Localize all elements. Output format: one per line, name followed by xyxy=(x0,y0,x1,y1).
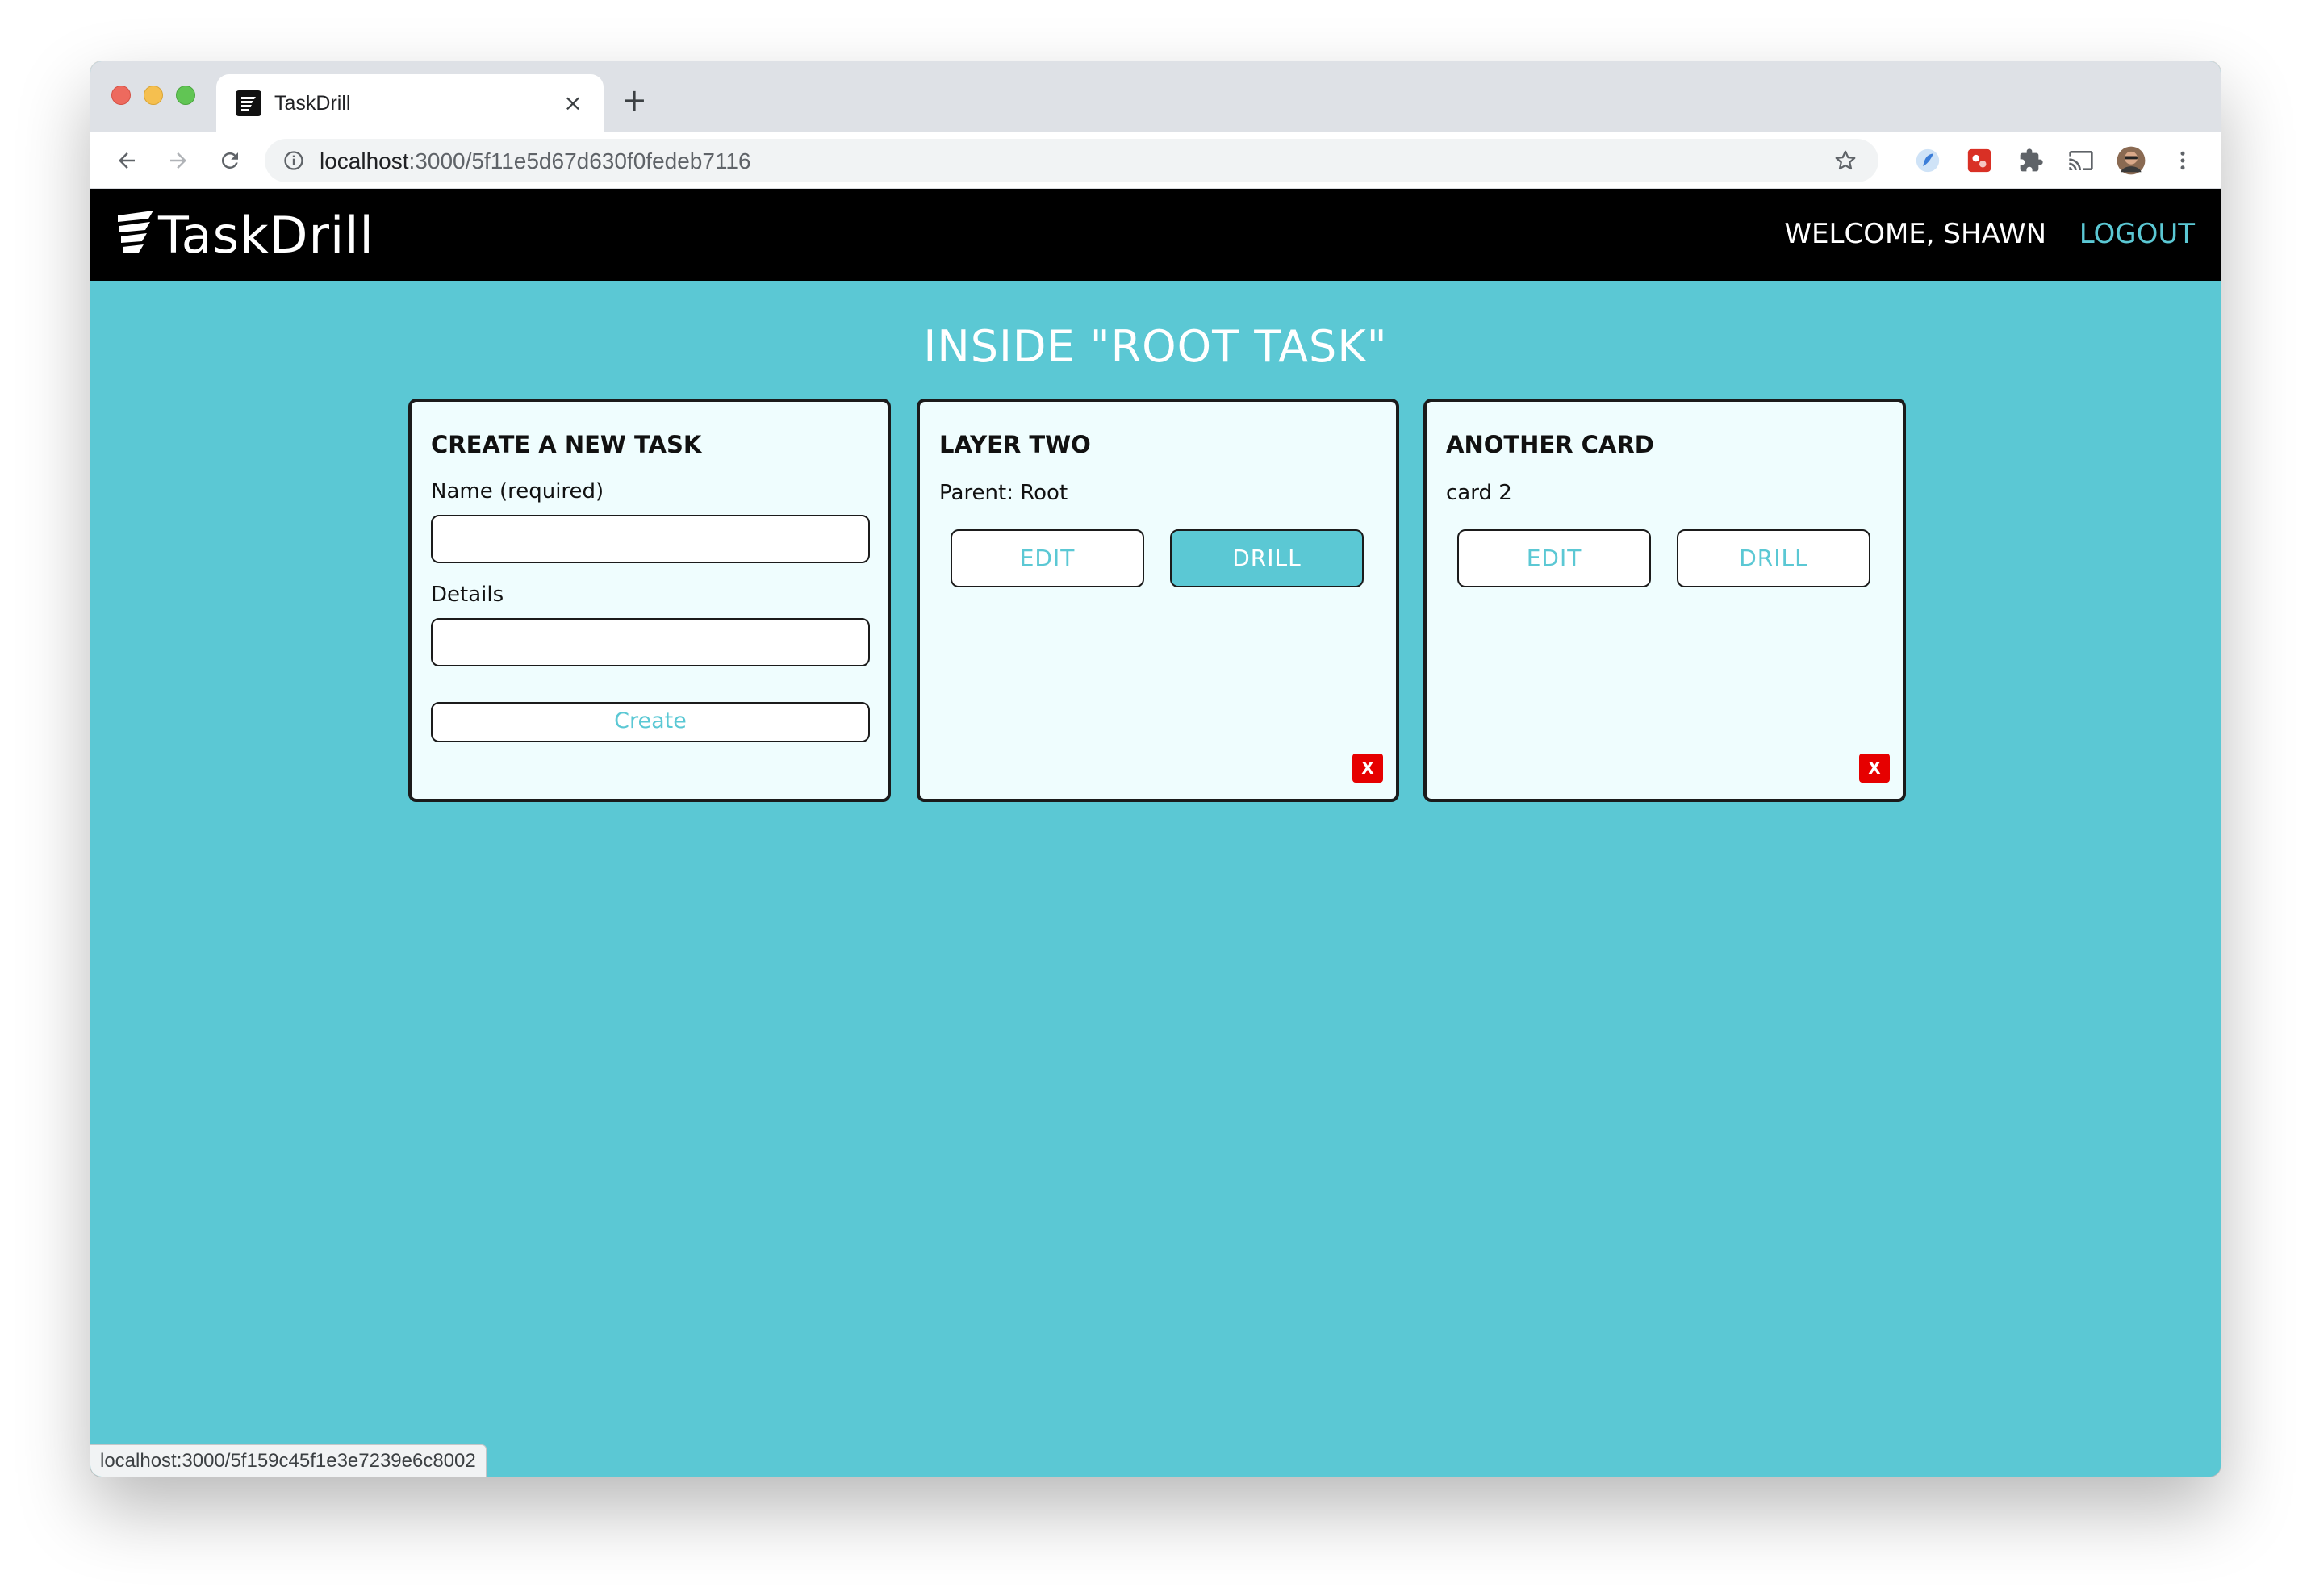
url-text: localhost:3000/5f11e5d67d630f0fedeb7116 xyxy=(320,148,751,174)
create-task-card: CREATE A NEW TASK Name (required) Detail… xyxy=(408,399,891,802)
logout-link[interactable]: LOGOUT xyxy=(2079,218,2195,250)
address-bar[interactable]: localhost:3000/5f11e5d67d630f0fedeb7116 xyxy=(265,139,1878,182)
url-path: :3000/5f11e5d67d630f0fedeb7116 xyxy=(408,148,751,173)
card-subtitle: card 2 xyxy=(1446,481,1512,505)
edit-button[interactable]: EDIT xyxy=(1457,529,1651,587)
bookmark-star-icon[interactable] xyxy=(1833,148,1858,176)
edit-button[interactable]: EDIT xyxy=(951,529,1144,587)
tab-strip: TaskDrill × + xyxy=(90,61,2221,132)
reload-icon[interactable] xyxy=(211,142,249,179)
minimize-window-button[interactable] xyxy=(144,86,163,105)
drill-button[interactable]: DRILL xyxy=(1170,529,1364,587)
url-host: localhost xyxy=(320,148,409,173)
page-content: TaskDrill WELCOME, SHAWN LOGOUT INSIDE "… xyxy=(90,189,2221,1477)
status-bar-url: localhost:3000/5f159c45f1e3e7239e6c8002 xyxy=(90,1444,487,1477)
details-label: Details xyxy=(431,583,504,607)
drill-button[interactable]: DRILL xyxy=(1677,529,1870,587)
create-button[interactable]: Create xyxy=(431,702,870,742)
ext-red-icon[interactable] xyxy=(1962,144,1996,178)
app-logo[interactable]: TaskDrill xyxy=(116,203,374,266)
card-title: LAYER TWO xyxy=(939,431,1091,458)
browser-window: TaskDrill × + localhost:3000/5f11e5d67d6… xyxy=(90,61,2221,1477)
maximize-window-button[interactable] xyxy=(176,86,195,105)
name-input[interactable] xyxy=(431,515,870,563)
details-input[interactable] xyxy=(431,618,870,666)
taskdrill-favicon-icon xyxy=(236,90,261,116)
card-title: ANOTHER CARD xyxy=(1446,431,1654,458)
profile-avatar[interactable] xyxy=(2114,144,2148,178)
name-label: Name (required) xyxy=(431,479,604,503)
puzzle-icon[interactable] xyxy=(2014,144,2048,178)
browser-tab[interactable]: TaskDrill × xyxy=(216,74,604,132)
forward-arrow-icon[interactable] xyxy=(160,142,197,179)
new-tab-icon[interactable]: + xyxy=(618,84,650,116)
drill-logo-icon xyxy=(116,209,155,261)
ext-blue-icon[interactable] xyxy=(1911,144,1945,178)
delete-button[interactable]: X xyxy=(1352,754,1383,783)
browser-toolbar: localhost:3000/5f11e5d67d630f0fedeb7116 xyxy=(90,132,2221,189)
task-card: ANOTHER CARD card 2 EDIT DRILL X xyxy=(1423,399,1906,802)
tab-close-icon[interactable]: × xyxy=(558,89,587,118)
page-title: INSIDE "ROOT TASK" xyxy=(923,321,1388,372)
kebab-menu-icon[interactable] xyxy=(2166,144,2200,178)
app-header: TaskDrill WELCOME, SHAWN LOGOUT xyxy=(90,189,2221,281)
delete-button[interactable]: X xyxy=(1859,754,1890,783)
close-window-button[interactable] xyxy=(111,86,131,105)
card-subtitle: Parent: Root xyxy=(939,481,1068,505)
tab-title: TaskDrill xyxy=(274,92,351,115)
card-title: CREATE A NEW TASK xyxy=(431,431,702,458)
info-icon[interactable] xyxy=(282,149,305,175)
task-card: LAYER TWO Parent: Root EDIT DRILL X xyxy=(917,399,1399,802)
back-arrow-icon[interactable] xyxy=(108,142,145,179)
logo-text: TaskDrill xyxy=(158,205,374,265)
cast-icon[interactable] xyxy=(2064,144,2098,178)
welcome-text: WELCOME, SHAWN xyxy=(1784,218,2046,250)
